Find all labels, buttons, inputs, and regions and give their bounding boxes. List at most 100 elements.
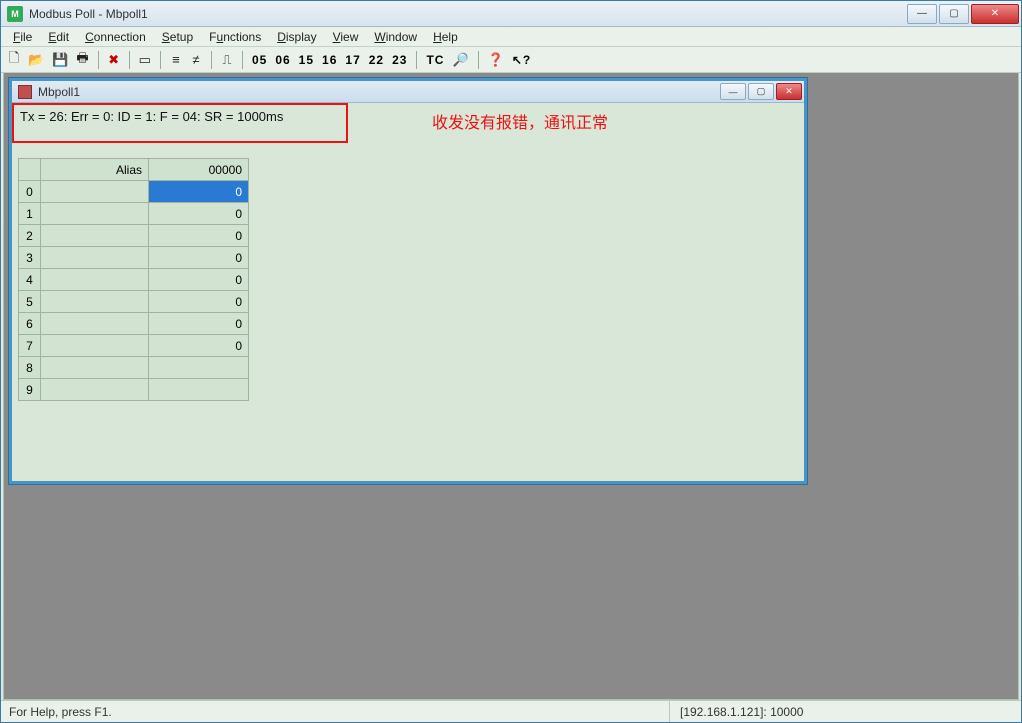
row-header-cell[interactable]: 3 [19, 247, 41, 269]
alias-cell[interactable] [41, 357, 149, 379]
value-cell[interactable] [149, 379, 249, 401]
toolbar-monitor-button[interactable]: ▭ [136, 50, 154, 70]
row-header-cell[interactable]: 1 [19, 203, 41, 225]
table-row: 50 [19, 291, 249, 313]
child-titlebar: Mbpoll1 — ▢ ✕ [12, 81, 804, 103]
monitor-icon: ▭ [139, 52, 151, 68]
col-header-rownum[interactable] [19, 159, 41, 181]
child-window: Mbpoll1 — ▢ ✕ Tx = 26: Err = 0: ID = 1: … [8, 77, 808, 485]
table-row: 20 [19, 225, 249, 247]
menu-functions[interactable]: Functions [203, 29, 267, 45]
table-header-row: Alias 00000 [19, 159, 249, 181]
statusbar-help-text: For Help, press F1. [3, 705, 669, 719]
toolbar-open-button[interactable]: 📂 [25, 50, 47, 70]
toolbar-pulse-button[interactable]: ⎍ [218, 50, 236, 70]
alias-cell[interactable] [41, 203, 149, 225]
child-maximize-button[interactable]: ▢ [748, 83, 774, 100]
value-cell[interactable]: 0 [149, 181, 249, 203]
alias-cell[interactable] [41, 291, 149, 313]
toolbar-separator [129, 51, 130, 69]
toolbar-print-button[interactable]: 🖶 [73, 50, 91, 70]
menu-file[interactable]: File [7, 29, 38, 45]
table-row: 9 [19, 379, 249, 401]
value-cell[interactable]: 0 [149, 335, 249, 357]
row-header-cell[interactable]: 6 [19, 313, 41, 335]
toolbar-whatsthis-button[interactable]: ↖? [509, 50, 534, 70]
toolbar-fn15-button[interactable]: 15 [296, 50, 317, 70]
toolbar-save-button[interactable]: 💾 [49, 50, 71, 70]
toolbar-fn22-button[interactable]: 22 [366, 50, 387, 70]
window-title: Modbus Poll - Mbpoll1 [29, 7, 907, 21]
close-button[interactable]: ✕ [971, 4, 1019, 24]
table-row: 8 [19, 357, 249, 379]
toolbar-fn23-button[interactable]: 23 [389, 50, 410, 70]
toolbar-connect-button[interactable]: ≡ [167, 50, 185, 70]
menu-connection[interactable]: Connection [79, 29, 152, 45]
row-header-cell[interactable]: 9 [19, 379, 41, 401]
help-icon: ❓ [488, 52, 504, 68]
toolbar-cut-button[interactable]: ✖ [105, 50, 123, 70]
value-cell[interactable]: 0 [149, 225, 249, 247]
alias-cell[interactable] [41, 225, 149, 247]
value-cell[interactable]: 0 [149, 203, 249, 225]
row-header-cell[interactable]: 4 [19, 269, 41, 291]
register-table: Alias 00000 001020304050607089 [18, 158, 249, 401]
toolbar-separator [478, 51, 479, 69]
menu-setup[interactable]: Setup [156, 29, 199, 45]
toolbar-help-cursor-button[interactable]: ❓ [485, 50, 507, 70]
menu-display[interactable]: Display [271, 29, 322, 45]
row-header-cell[interactable]: 0 [19, 181, 41, 203]
row-header-cell[interactable]: 7 [19, 335, 41, 357]
child-minimize-button[interactable]: — [720, 83, 746, 100]
menu-help[interactable]: Help [427, 29, 464, 45]
toolbar-fn06-button[interactable]: 06 [272, 50, 293, 70]
menu-view[interactable]: View [327, 29, 365, 45]
table-body: 001020304050607089 [19, 181, 249, 401]
value-cell[interactable]: 0 [149, 269, 249, 291]
row-header-cell[interactable]: 8 [19, 357, 41, 379]
toolbar-tc-button[interactable]: TC [423, 50, 447, 70]
alias-cell[interactable] [41, 379, 149, 401]
pulse-icon: ⎍ [222, 52, 231, 68]
alias-cell[interactable] [41, 335, 149, 357]
row-header-cell[interactable]: 5 [19, 291, 41, 313]
table-row: 60 [19, 313, 249, 335]
print-icon: 🖶 [76, 49, 88, 71]
alias-cell[interactable] [41, 181, 149, 203]
window-controls: — ▢ ✕ [907, 4, 1019, 24]
menubar: File Edit Connection Setup Functions Dis… [1, 27, 1021, 47]
save-icon: 💾 [52, 52, 68, 68]
toolbar-fn05-button[interactable]: 05 [249, 50, 270, 70]
value-cell[interactable]: 0 [149, 313, 249, 335]
table-row: 40 [19, 269, 249, 291]
row-header-cell[interactable]: 2 [19, 225, 41, 247]
child-close-button[interactable]: ✕ [776, 83, 802, 100]
value-cell[interactable]: 0 [149, 247, 249, 269]
toolbar-separator [160, 51, 161, 69]
toolbar-separator [211, 51, 212, 69]
menu-window[interactable]: Window [368, 29, 423, 45]
toolbar-fn17-button[interactable]: 17 [342, 50, 363, 70]
value-cell[interactable]: 0 [149, 291, 249, 313]
maximize-button[interactable]: ▢ [939, 4, 969, 24]
toolbar-find-button[interactable]: 🔎 [449, 50, 471, 70]
value-cell[interactable] [149, 357, 249, 379]
toolbar-disconnect-button[interactable]: ≠ [187, 50, 205, 70]
new-file-icon: 🗋 [9, 49, 19, 71]
col-header-value[interactable]: 00000 [149, 159, 249, 181]
delete-icon: ✖ [108, 52, 119, 68]
alias-cell[interactable] [41, 247, 149, 269]
toolbar-new-button[interactable]: 🗋 [5, 50, 23, 70]
minimize-button[interactable]: — [907, 4, 937, 24]
alias-cell[interactable] [41, 313, 149, 335]
find-icon: 🔎 [452, 52, 468, 68]
menu-edit[interactable]: Edit [42, 29, 75, 45]
disconnect-icon: ≠ [192, 52, 199, 67]
child-window-icon [18, 85, 32, 99]
main-window: M Modbus Poll - Mbpoll1 — ▢ ✕ File Edit … [0, 0, 1022, 723]
alias-cell[interactable] [41, 269, 149, 291]
col-header-alias[interactable]: Alias [41, 159, 149, 181]
toolbar-fn16-button[interactable]: 16 [319, 50, 340, 70]
connect-icon: ≡ [172, 52, 180, 67]
table-row: 70 [19, 335, 249, 357]
